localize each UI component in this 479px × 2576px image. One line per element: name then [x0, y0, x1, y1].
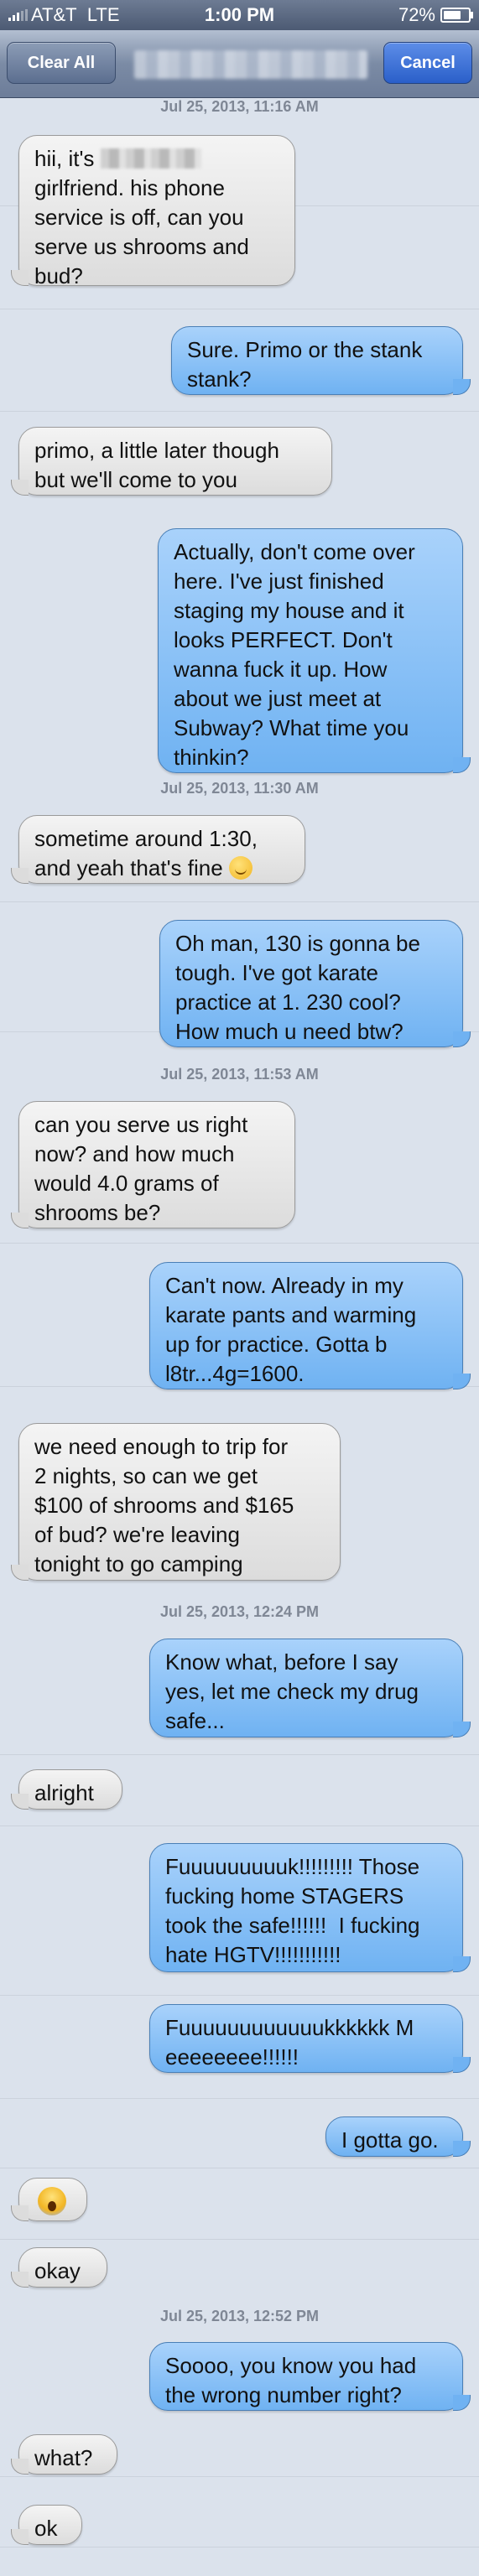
- incoming-message[interactable]: ok: [11, 2505, 82, 2545]
- message-text: girlfriend. his phone service is off, ca…: [34, 175, 249, 288]
- outgoing-message[interactable]: Fuuuuuuuuuk!!!!!!!!! Those fucking home …: [149, 1843, 471, 1972]
- outgoing-message[interactable]: Can't now. Already in my karate pants an…: [149, 1262, 471, 1389]
- incoming-message[interactable]: we need enough to trip for 2 nights, so …: [11, 1423, 341, 1581]
- row-divider: [0, 1995, 479, 1996]
- outgoing-message[interactable]: I gotta go.: [325, 2116, 471, 2157]
- row-divider: [0, 1754, 479, 1755]
- outgoing-message[interactable]: Fuuuuuuuuuuuukkkkkk M eeeeeeee!!!!!!: [149, 2004, 471, 2073]
- incoming-message[interactable]: alright: [11, 1769, 122, 1810]
- row-divider: [0, 2239, 479, 2240]
- incoming-message[interactable]: okay: [11, 2247, 107, 2288]
- incoming-message[interactable]: what?: [11, 2434, 117, 2475]
- battery-icon: [440, 8, 473, 23]
- message-text: sometime around 1:30, and yeah that's fi…: [34, 826, 258, 880]
- timestamp: Jul 25, 2013, 12:52 PM: [159, 2308, 320, 2324]
- smiling-face-icon: [228, 856, 253, 880]
- row-divider: [0, 1243, 479, 1244]
- row-divider: [0, 2476, 479, 2477]
- outgoing-message[interactable]: Soooo, you know you had the wrong number…: [149, 2342, 471, 2411]
- row-divider: [0, 411, 479, 412]
- battery-fill: [444, 11, 461, 19]
- outgoing-message[interactable]: Sure. Primo or the stank stank?: [171, 326, 471, 395]
- cancel-button[interactable]: Cancel: [383, 42, 472, 84]
- outgoing-message[interactable]: Oh man, 130 is gonna be tough. I've got …: [159, 920, 471, 1047]
- incoming-message[interactable]: primo, a little later though but we'll c…: [11, 427, 332, 496]
- incoming-message[interactable]: sometime around 1:30, and yeah that's fi…: [11, 815, 305, 884]
- contact-name-redacted: [134, 50, 367, 79]
- incoming-message[interactable]: can you serve us right now? and how much…: [11, 1101, 295, 1228]
- clear-all-button[interactable]: Clear All: [7, 42, 116, 84]
- incoming-message[interactable]: [11, 2178, 87, 2221]
- timestamp: Jul 25, 2013, 11:53 AM: [160, 1066, 319, 1083]
- navigation-bar: Clear All Cancel: [0, 30, 479, 98]
- message-text: hii, it's: [34, 146, 101, 171]
- outgoing-message[interactable]: Actually, don't come over here. I've jus…: [158, 528, 471, 773]
- redacted-name: [100, 148, 201, 169]
- battery-info: 72%: [398, 4, 473, 26]
- face-screaming-icon: [38, 2187, 66, 2216]
- timestamp: Jul 25, 2013, 12:24 PM: [159, 1603, 320, 1620]
- outgoing-message[interactable]: Know what, before I say yes, let me chec…: [149, 1639, 471, 1737]
- row-divider: [0, 901, 479, 902]
- incoming-message[interactable]: hii, it's girlfriend. his phone service …: [11, 135, 295, 288]
- battery-percent: 72%: [398, 4, 435, 25]
- timestamp: Jul 25, 2013, 11:30 AM: [160, 780, 319, 797]
- status-bar: AT&T LTE 1:00 PM 72%: [0, 0, 479, 30]
- timestamp: Jul 25, 2013, 11:16 AM: [160, 98, 319, 115]
- row-divider: [0, 2098, 479, 2099]
